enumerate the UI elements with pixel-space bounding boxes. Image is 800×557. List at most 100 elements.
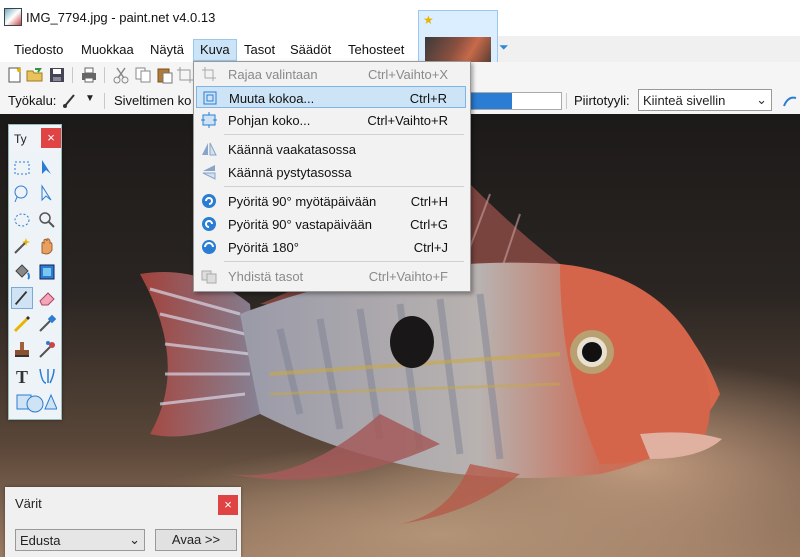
tools-panel-close-button[interactable]: ×: [41, 128, 61, 148]
svg-text:T: T: [16, 367, 28, 387]
menu-edit[interactable]: Muokkaa: [75, 40, 140, 60]
antialias-icon[interactable]: [782, 94, 798, 108]
menu-item-label: Pyöritä 90° myötäpäivään: [228, 194, 377, 209]
magic-wand-icon[interactable]: [11, 235, 33, 257]
window-title: IMG_7794.jpg - paint.net v4.0.13: [26, 10, 216, 25]
menu-item-shortcut: Ctrl+H: [410, 194, 448, 209]
paste-icon[interactable]: [156, 66, 174, 84]
menu-item-label: Rajaa valintaan: [228, 67, 318, 82]
pencil-icon[interactable]: [11, 313, 33, 335]
line-curve-icon[interactable]: [36, 365, 58, 387]
menu-effects[interactable]: Tehosteet: [342, 40, 410, 60]
toolbar-separator: [104, 93, 105, 109]
paintbrush-icon: [14, 291, 28, 305]
cut-icon[interactable]: [112, 66, 130, 84]
menu-bar: Tiedosto Muokkaa Näytä Kuva Tasot Säädöt…: [0, 36, 420, 62]
title-bar: IMG_7794.jpg - paint.net v4.0.13: [0, 0, 800, 36]
menu-item-rotate-cw[interactable]: Pyöritä 90° myötäpäivään Ctrl+H: [196, 190, 466, 212]
rectangle-select-icon[interactable]: [11, 157, 33, 179]
rotate-180-icon: [202, 240, 216, 254]
colors-panel: Värit × Edusta ⌄ Avaa >>: [5, 487, 241, 557]
flip-vertical-icon: [202, 165, 216, 180]
ellipse-select-icon[interactable]: [11, 209, 33, 231]
color-picker-icon[interactable]: [36, 313, 58, 335]
menu-item-rotate-180[interactable]: Pyöritä 180° Ctrl+J: [196, 236, 466, 258]
paintbrush-tool-button[interactable]: [11, 287, 33, 309]
fill-style-select[interactable]: Kiinteä sivellin ⌄: [638, 89, 772, 111]
fill-style-label: Piirtotyyli:: [574, 93, 630, 108]
menu-item-shortcut: Ctrl+R: [409, 91, 447, 106]
primary-secondary-select[interactable]: Edusta ⌄: [15, 529, 145, 551]
colors-panel-close-button[interactable]: ×: [218, 495, 238, 515]
menu-item-rotate-ccw[interactable]: Pyöritä 90° vastapäivään Ctrl+G: [196, 213, 466, 235]
toolbar-separator: [566, 93, 567, 109]
eraser-icon[interactable]: [36, 287, 58, 309]
recolor-icon[interactable]: [36, 339, 58, 361]
more-colors-button[interactable]: Avaa >>: [155, 529, 237, 551]
menu-item-label: Yhdistä tasot: [228, 269, 304, 284]
menu-item-shortcut: Ctrl+Vaihto+F: [368, 269, 448, 284]
menu-item-label: Muuta kokoa...: [229, 91, 315, 106]
move-selected-icon[interactable]: [36, 157, 58, 179]
menu-adjustments[interactable]: Säädöt: [284, 40, 337, 60]
tools-panel-header[interactable]: Ty ×: [9, 125, 61, 151]
copy-icon[interactable]: [134, 66, 152, 84]
rotate-ccw-icon: [202, 217, 216, 231]
menu-item-canvas-size[interactable]: Pohjan koko... Ctrl+Vaihto+R: [196, 109, 466, 131]
save-icon[interactable]: [48, 66, 66, 84]
tools-panel-title: Ty: [14, 132, 27, 146]
menu-image[interactable]: Kuva: [193, 39, 237, 61]
open-folder-icon[interactable]: [26, 66, 44, 84]
rotate-cw-icon: [202, 194, 216, 208]
menu-item-label: Pohjan koko...: [228, 113, 311, 128]
flip-horizontal-icon: [202, 142, 217, 156]
lasso-select-icon[interactable]: [11, 183, 33, 205]
tools-panel: Ty × T: [8, 124, 62, 420]
tool-dropdown-arrow-icon[interactable]: ▼: [85, 93, 95, 104]
resize-icon: [203, 91, 217, 105]
menu-item-shortcut: Ctrl+Vaihto+R: [367, 113, 448, 128]
brush-width-label: Siveltimen ko: [114, 93, 192, 108]
colors-select-value: Edusta: [20, 533, 61, 548]
chevron-down-icon: ⌄: [129, 532, 140, 547]
colors-panel-title: Värit: [15, 496, 42, 511]
zoom-icon[interactable]: [36, 209, 58, 231]
fill-style-value: Kiinteä sivellin: [643, 93, 726, 108]
tab-list-arrow-icon[interactable]: ⏷: [499, 40, 509, 55]
menu-layers[interactable]: Tasot: [238, 40, 281, 60]
gradient-icon[interactable]: [36, 261, 58, 283]
menu-item-flatten[interactable]: Yhdistä tasot Ctrl+Vaihto+F: [196, 265, 466, 287]
menu-separator: [224, 134, 464, 135]
chevron-down-icon: ⌄: [756, 92, 767, 107]
flatten-icon: [201, 270, 217, 284]
menu-item-resize[interactable]: Muuta kokoa... Ctrl+R: [196, 86, 466, 108]
pan-hand-icon[interactable]: [36, 235, 58, 257]
toolbar-separator: [72, 67, 73, 83]
menu-separator: [224, 261, 464, 262]
star-icon: ★: [423, 13, 434, 27]
menu-item-label: Pyöritä 90° vastapäivään: [228, 217, 372, 232]
clone-stamp-icon[interactable]: [11, 339, 33, 361]
menu-separator: [224, 186, 464, 187]
move-selection-icon[interactable]: [36, 183, 58, 205]
text-tool-icon[interactable]: T: [11, 365, 33, 387]
crop-to-selection-icon[interactable]: [176, 66, 194, 84]
menu-item-flip-vertical[interactable]: Käännä pystytasossa: [196, 161, 466, 183]
menu-item-shortcut: Ctrl+Vaihto+X: [368, 67, 448, 82]
paintnet-app-icon[interactable]: [4, 8, 22, 26]
new-file-icon[interactable]: [6, 66, 24, 84]
menu-item-shortcut: Ctrl+J: [413, 240, 448, 255]
paint-bucket-icon[interactable]: [11, 261, 33, 283]
tool-label: Työkalu:: [8, 93, 57, 108]
menu-item-crop-to-selection[interactable]: Rajaa valintaan Ctrl+Vaihto+X: [196, 63, 466, 85]
menu-file[interactable]: Tiedosto: [8, 40, 69, 60]
brush-width-slider[interactable]: [470, 92, 562, 110]
menu-item-label: Käännä vaakatasossa: [228, 142, 356, 157]
canvas-size-icon: [201, 112, 217, 128]
menu-item-flip-horizontal[interactable]: Käännä vaakatasossa: [196, 138, 466, 160]
print-icon[interactable]: [80, 66, 98, 84]
paintbrush-tool-icon[interactable]: [62, 93, 78, 109]
shapes-icon[interactable]: [13, 391, 57, 413]
menu-view[interactable]: Näytä: [144, 40, 190, 60]
menu-item-label: Pyöritä 180°: [228, 240, 299, 255]
